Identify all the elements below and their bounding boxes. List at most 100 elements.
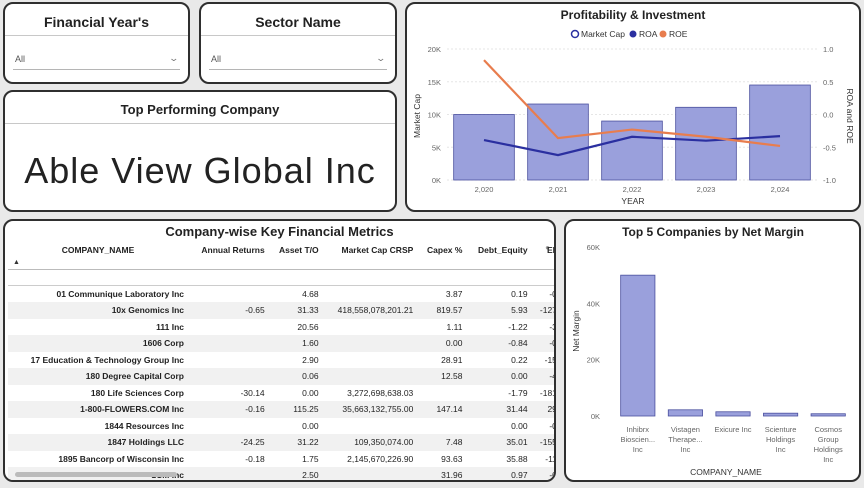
metric-cell: 418,558,078,201.21 [322, 302, 418, 319]
market-cap-bar[interactable] [675, 106, 737, 181]
metric-cell [417, 385, 466, 402]
metric-cell: 0.22 [511, 354, 528, 365]
metric-cell [188, 319, 269, 336]
metric-cell: 31.96 [417, 467, 467, 480]
metric-cell: 28.91 [441, 354, 463, 365]
metric-cell [322, 467, 418, 480]
column-header-capex[interactable]: Capex % [417, 241, 467, 270]
legend-marker-market-cap [570, 29, 580, 39]
x-tick-label: Holdings [814, 445, 843, 454]
x-tick-label: Scienture [765, 425, 797, 434]
company-name-cell: 180 Degree Capital Corp [8, 368, 188, 385]
y-tick-label-left: 15K [428, 78, 441, 87]
financial-year-slicer: Financial Year's All ⌄ [3, 2, 190, 84]
column-header-annual-returns[interactable]: Annual Returns [188, 241, 269, 270]
company-name-cell: 1844 Resources Inc [104, 420, 184, 431]
metric-cell: 0.19 [511, 289, 528, 299]
table-row[interactable]: 01 Communique Laboratory Inc 4.68 3.87 0.19… [8, 286, 554, 303]
x-tick-label: Group [818, 435, 839, 444]
net-margin-bar[interactable] [763, 412, 799, 417]
metric-cell: -0.0 [549, 420, 554, 431]
metric-cell: 31.33 [268, 302, 323, 319]
table-row[interactable]: 180 Degree Capital Corp 0.06 12.580.00-4.6 [8, 368, 554, 385]
table-row[interactable]: 180 Life Sciences Corp -30.14 0.00 3,272,69… [8, 385, 554, 402]
net-margin-chart-svg: Top 5 Companies by Net Margin Net Margin… [571, 225, 846, 477]
x-tick-label: Cosmos [814, 425, 842, 434]
metric-cell: 109,350,074.00 [322, 434, 418, 451]
net-margin-bar[interactable] [620, 274, 656, 417]
metric-cell: -11.1 [545, 453, 554, 464]
table-row[interactable]: 111 Inc 20.56 1.11 -1.22 -3.5 [8, 319, 554, 336]
metric-cell: 4.68 [302, 289, 319, 299]
metric-cell: -0.65 [188, 302, 269, 319]
financial-year-dropdown[interactable]: All ⌄ [13, 48, 180, 70]
horizontal-scrollbar[interactable] [15, 472, 177, 477]
kpi-value: Able View Global Inc [24, 150, 376, 191]
metric-cell: 1.75 [302, 453, 319, 464]
y-tick-label: 40K [587, 299, 600, 308]
x-tick-label: 2,024 [771, 185, 790, 194]
metric-cell: -127.1 [531, 302, 554, 319]
table-row[interactable]: 1-800-FLOWERS.COM Inc -0.16 115.25 35,663,1… [8, 401, 554, 418]
legend-roe: ROE [669, 29, 688, 39]
metric-cell: 20.56 [297, 321, 319, 332]
top-performing-company-card: Top Performing Company Able View Global … [3, 90, 397, 212]
x-tick-label: Inc [776, 445, 786, 454]
column-header-asset-to[interactable]: Asset T/O [268, 241, 323, 270]
metric-cell [323, 319, 418, 336]
metric-cell: 5.93 [466, 302, 532, 319]
market-cap-bar[interactable] [749, 84, 811, 181]
x-tick-label: Vistagen [671, 425, 700, 434]
metric-cell: 31.22 [268, 434, 323, 451]
sector-name-dropdown[interactable]: All ⌄ [209, 48, 387, 70]
table-row[interactable]: 1844 Resources Inc 0.00 0.00 -0.0 [8, 418, 554, 435]
column-header-debt-equity[interactable]: Debt_Equity [466, 241, 532, 270]
metric-cell [188, 335, 269, 352]
x-tick-label: 2,023 [697, 185, 716, 194]
net-margin-bar[interactable] [810, 413, 846, 417]
table-row[interactable]: 1847 Holdings LLC -24.25 31.22 109,350,074.… [8, 434, 554, 451]
column-header-eps[interactable]: EPS [531, 241, 554, 270]
metric-cell: -1.22 [508, 321, 528, 332]
table-row[interactable]: 1606 Corp 1.60 0.00-0.84-0.0 [8, 335, 554, 352]
metric-cell: 12.58 [417, 368, 467, 385]
table-row[interactable]: 10x Genomics Inc -0.65 31.33 418,558,078,20… [8, 302, 554, 319]
metric-cell: 35.01 [466, 434, 532, 451]
y-tick-label-left: 0K [432, 176, 441, 185]
metric-cell: -0.0 [549, 289, 554, 299]
column-header-company-name[interactable]: COMPANY_NAME [8, 241, 188, 270]
metric-cell [323, 352, 418, 369]
metric-cell: 0.00 [511, 420, 528, 431]
blank-cell [322, 269, 418, 286]
metric-cell: -3.5 [549, 321, 554, 332]
y-tick-label: 20K [587, 356, 600, 365]
x-tick-label: Inc [823, 455, 833, 464]
market-cap-bar[interactable] [453, 114, 515, 181]
metric-cell [188, 286, 269, 303]
table-blank-row [8, 269, 554, 286]
metric-cell: 2.90 [302, 354, 319, 365]
metric-cell: 31.44 [466, 401, 532, 418]
y-tick-label-right: 1.0 [823, 45, 833, 54]
table-row[interactable]: 17 Education & Technology Group Inc 2.90 2… [8, 352, 554, 369]
kpi-title: Top Performing Company [5, 92, 395, 124]
table-row[interactable]: 1895 Bancorp of Wisconsin Inc -0.18 1.75 2,… [8, 451, 554, 468]
x-axis-label: YEAR [621, 196, 644, 206]
metric-cell: 35,663,132,755.00 [322, 401, 418, 418]
column-header-market-cap[interactable]: Market Cap CRSP [322, 241, 418, 270]
chevron-down-icon: ⌄ [168, 53, 180, 63]
metric-cell: 0.06 [268, 368, 323, 385]
x-axis-label: COMPANY_NAME [690, 467, 762, 477]
net-margin-chart: Top 5 Companies by Net Margin Net Margin… [564, 219, 861, 482]
legend-roa: ROA [639, 29, 658, 39]
table-header-row: COMPANY_NAME Annual Returns Asset T/O Ma… [8, 241, 554, 270]
chart-title: Top 5 Companies by Net Margin [622, 225, 804, 239]
metric-cell: -181.3 [539, 387, 554, 398]
blank-cell [188, 269, 269, 286]
net-margin-bar[interactable] [667, 409, 703, 417]
net-margin-bar[interactable] [715, 411, 751, 417]
y-tick-label-left: 10K [428, 111, 441, 120]
company-name-cell: 10x Genomics Inc [8, 302, 188, 319]
sector-name-title: Sector Name [201, 4, 395, 36]
metric-cell [323, 418, 418, 435]
